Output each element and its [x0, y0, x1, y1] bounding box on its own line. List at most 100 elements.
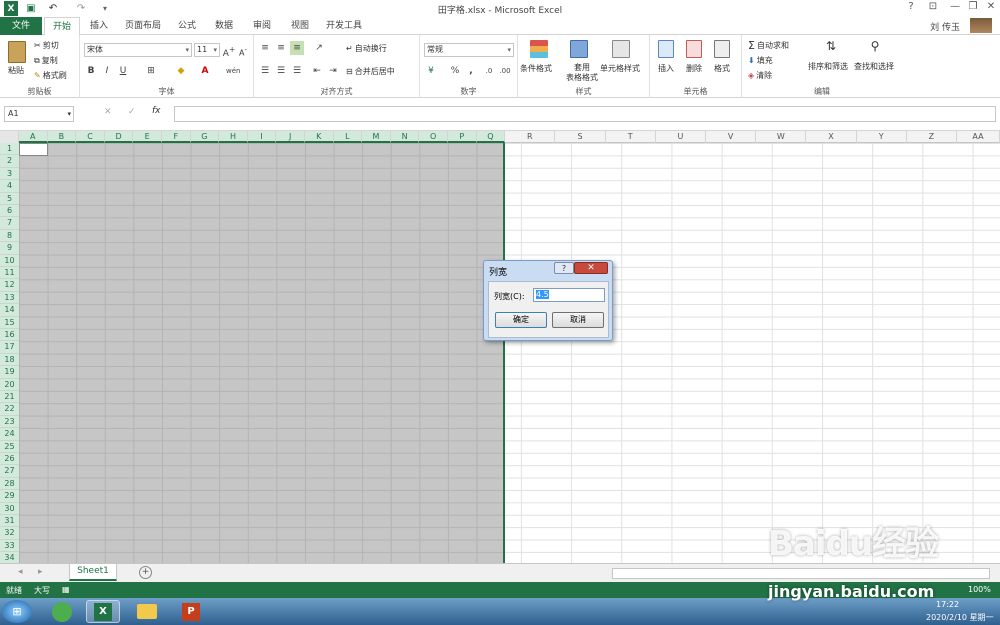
taskbar-powerpoint[interactable]: P [174, 600, 208, 623]
formula-input[interactable] [174, 106, 996, 122]
font-name-select[interactable]: 宋体 ▾ [84, 43, 192, 57]
selected-range[interactable] [19, 143, 505, 563]
column-header-f[interactable]: F [162, 131, 191, 143]
align-bottom-icon[interactable]: ≡ [290, 41, 304, 55]
insert-cells-icon[interactable] [658, 40, 674, 58]
scroll-right-icon[interactable]: ▸ [38, 567, 43, 577]
column-header-c[interactable]: C [76, 131, 105, 143]
taskbar-excel[interactable]: X [86, 600, 120, 623]
decrease-indent-icon[interactable]: ⇤ [310, 64, 324, 78]
column-header-l[interactable]: L [333, 131, 363, 143]
scroll-left-icon[interactable]: ◂ [18, 567, 23, 577]
row-header-26[interactable]: 26 [0, 453, 19, 466]
row-header-11[interactable]: 11 [0, 267, 19, 280]
ok-button[interactable]: 确定 [495, 312, 547, 328]
row-header-27[interactable]: 27 [0, 465, 19, 478]
column-header-j[interactable]: J [276, 131, 305, 143]
tab-formulas[interactable]: 公式 [170, 17, 204, 35]
sheet-tab-sheet1[interactable]: Sheet1 [69, 564, 117, 581]
column-header-r[interactable]: R [505, 131, 556, 143]
find-select-button[interactable]: 查找和选择 [854, 61, 894, 72]
row-header-16[interactable]: 16 [0, 329, 19, 342]
binoculars-icon[interactable]: ⚲ [866, 39, 884, 57]
column-header-h[interactable]: H [219, 131, 248, 143]
align-middle-icon[interactable]: ≡ [274, 41, 288, 55]
row-header-6[interactable]: 6 [0, 205, 19, 218]
row-header-34[interactable]: 34 [0, 552, 19, 563]
autosum-button[interactable]: Σ 自动求和 [748, 39, 789, 52]
column-header-g[interactable]: G [190, 131, 220, 143]
macro-record-icon[interactable]: ▦ [62, 585, 70, 594]
merge-center-button[interactable]: ⊟ 合并后居中 [346, 66, 395, 77]
underline-button[interactable]: U [116, 64, 130, 78]
confirm-icon[interactable]: ✓ [128, 107, 136, 117]
column-header-q[interactable]: Q [476, 131, 506, 143]
cancel-icon[interactable]: ✕ [104, 107, 112, 117]
active-cell[interactable] [19, 143, 48, 156]
font-size-select[interactable]: 11 ▾ [194, 43, 220, 57]
row-header-13[interactable]: 13 [0, 291, 19, 305]
zoom-level[interactable]: 100% [968, 585, 991, 594]
row-header-21[interactable]: 21 [0, 391, 19, 404]
row-header-22[interactable]: 22 [0, 403, 19, 416]
column-header-a[interactable]: A [19, 131, 48, 143]
start-button[interactable]: ⊞ [2, 600, 32, 623]
row-header-33[interactable]: 33 [0, 539, 19, 553]
column-header-y[interactable]: Y [857, 131, 907, 143]
cell-styles-icon[interactable] [612, 40, 630, 58]
row-header-8[interactable]: 8 [0, 229, 19, 243]
clock-date[interactable]: 2020/2/10 星期一 [926, 612, 994, 623]
format-as-table-button[interactable]: 套用 表格格式 [566, 63, 598, 83]
column-header-t[interactable]: T [606, 131, 656, 143]
tab-file[interactable]: 文件 [0, 17, 42, 35]
ribbon-display-icon[interactable]: ⊡ [922, 1, 944, 15]
delete-button[interactable]: 删除 [686, 63, 702, 74]
delete-cells-icon[interactable] [686, 40, 702, 58]
row-header-23[interactable]: 23 [0, 415, 19, 429]
percent-button[interactable]: % [448, 64, 462, 78]
align-left-icon[interactable]: ☰ [258, 64, 272, 78]
tab-developer[interactable]: 开发工具 [320, 17, 368, 35]
italic-button[interactable]: I [100, 64, 114, 78]
tab-review[interactable]: 审阅 [244, 17, 280, 35]
tab-view[interactable]: 视图 [282, 17, 318, 35]
sort-filter-button[interactable]: 排序和筛选 [808, 61, 848, 72]
conditional-format-button[interactable]: 条件格式 [520, 63, 552, 74]
phonetic-icon[interactable]: wén [226, 64, 240, 78]
row-header-15[interactable]: 15 [0, 316, 19, 329]
comma-button[interactable]: , [464, 64, 478, 78]
shrink-font-icon[interactable]: A- [236, 43, 250, 58]
row-header-20[interactable]: 20 [0, 378, 19, 391]
row-header-7[interactable]: 7 [0, 217, 19, 230]
row-header-3[interactable]: 3 [0, 167, 19, 181]
row-header-19[interactable]: 19 [0, 366, 19, 379]
column-header-z[interactable]: Z [907, 131, 957, 143]
clear-button[interactable]: ◈ 清除 [748, 70, 772, 81]
column-header-v[interactable]: V [706, 131, 757, 143]
close-button[interactable]: ✕ [980, 1, 1000, 15]
grow-font-icon[interactable]: A+ [222, 43, 236, 59]
row-header-4[interactable]: 4 [0, 180, 19, 193]
format-painter-button[interactable]: ✎ 格式刷 [34, 70, 67, 81]
increase-decimal-icon[interactable]: .0 [482, 64, 496, 78]
horizontal-scrollbar[interactable] [612, 568, 990, 579]
help-button[interactable]: ? [900, 1, 922, 15]
wrap-text-button[interactable]: ↵ 自动换行 [346, 43, 387, 54]
avatar[interactable] [970, 18, 992, 33]
number-format-select[interactable]: 常规 ▾ [424, 43, 514, 57]
row-header-2[interactable]: 2 [0, 155, 19, 168]
taskbar-explorer[interactable] [130, 600, 164, 623]
row-header-1[interactable]: 1 [0, 143, 19, 156]
conditional-format-icon[interactable] [530, 40, 548, 58]
font-color-icon[interactable]: A [198, 64, 212, 78]
row-header-28[interactable]: 28 [0, 477, 19, 491]
row-header-29[interactable]: 29 [0, 490, 19, 503]
column-header-k[interactable]: K [305, 131, 334, 143]
column-header-e[interactable]: E [133, 131, 162, 143]
column-header-b[interactable]: B [47, 131, 77, 143]
row-header-24[interactable]: 24 [0, 428, 19, 441]
insert-function-icon[interactable]: fx [152, 106, 161, 116]
column-header-m[interactable]: M [362, 131, 391, 143]
column-header-n[interactable]: N [390, 131, 420, 143]
dialog-close-button[interactable]: ✕ [574, 262, 608, 274]
